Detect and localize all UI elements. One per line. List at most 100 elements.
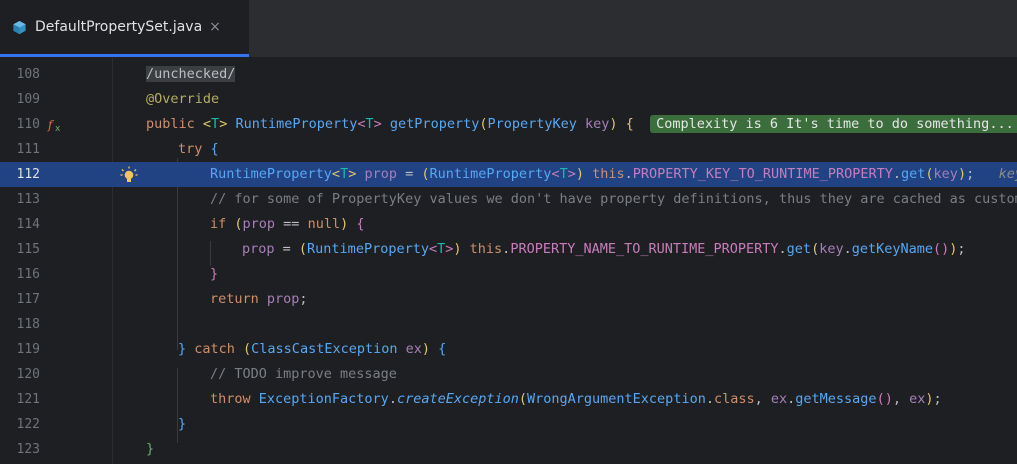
line-number: 112 [16,167,40,182]
operator: == [275,216,308,232]
parameter: key [576,116,610,132]
bracket: { [430,341,447,357]
code-line: 108 /unchecked/ [0,62,1017,87]
code-text[interactable]: } catch (ClassCastException ex) { [178,337,446,362]
annotation: @Override [146,91,220,107]
close-tab-icon[interactable]: × [209,19,221,35]
svg-text:f: f [47,118,55,132]
code-comment[interactable]: // for some of PropertyKey values we don… [210,187,1017,212]
variable: prop [258,291,300,307]
variable: prop [242,241,275,257]
keyword: null [307,216,341,232]
line-number: 118 [16,317,40,332]
field: PROPERTY_NAME_TO_RUNTIME_PROPERTY [510,241,779,257]
code-text[interactable]: return prop; [210,287,308,312]
line-number: 115 [16,242,40,257]
code-line: 122 } [0,412,1017,437]
complexity-badge[interactable]: Complexity is 6 It's time to do somethin… [650,115,1017,133]
bracket: ( [226,216,243,232]
code-text[interactable]: throw ExceptionFactory.createException(W… [210,387,942,412]
bracket: ( [234,341,252,357]
bracket: ) [925,391,934,407]
bracket: ) [575,166,584,182]
code-text[interactable]: } [178,412,186,437]
punctuation: . [778,241,787,257]
code-editor[interactable]: 108 /unchecked/ 109 @Override 110 f x pu… [0,58,1017,464]
tab-defaultpropertyset-java[interactable]: DefaultPropertySet.java × [0,0,249,57]
selected-text: /unchecked/ [146,66,236,82]
code-text[interactable]: try { [178,137,219,162]
bracket: ) [453,241,462,257]
current-code-line: 112 RuntimeProperty<T> prop = (RuntimePr… [0,162,1017,187]
punctuation: . [624,166,633,182]
type-param: T [365,116,374,132]
line-number: 122 [16,417,40,432]
type-name: RuntimeProperty [429,166,552,182]
punctuation: , [892,391,910,407]
code-line: 119 } catch (ClassCastException ex) { [0,337,1017,362]
keyword: return [210,291,259,307]
punctuation: ; [933,391,942,407]
bracket: < [428,241,438,257]
lightbulb-icon[interactable] [120,166,138,184]
code-line: 115 prop = (RuntimeProperty<T>) this.PRO… [0,237,1017,262]
code-comment[interactable]: // TODO improve message [210,362,397,387]
method-call: getKeyName [851,241,934,257]
keyword: throw [210,391,251,407]
variable: prop [242,216,276,232]
punctuation: ; [299,291,308,307]
parameter-hint: key: [998,166,1017,182]
type-name: RuntimeProperty [307,241,429,257]
type-param: T [211,116,220,132]
method-call: get [786,241,812,257]
code-text[interactable]: if (prop == null) { [210,212,364,237]
line-number: 111 [16,142,40,157]
type-name: RuntimeProperty [235,116,358,132]
keyword: public [146,116,203,132]
bracket: ( [925,166,934,182]
code-line: 121 throw ExceptionFactory.createExcepti… [0,387,1017,412]
type-name: ExceptionFactory [250,391,389,407]
code-text[interactable]: } [210,262,218,287]
variable: ex [397,341,422,357]
bracket: < [551,166,560,182]
variable: ex [770,391,788,407]
bracket: ( [421,166,430,182]
bracket: } [178,341,195,357]
bracket: { [202,141,219,157]
code-line: 120 // TODO improve message [0,362,1017,387]
code-text[interactable]: public <T> RuntimeProperty<T> getPropert… [146,112,1017,137]
bracket: < [331,166,341,182]
bracket: > [219,116,236,132]
bracket: () [876,391,893,407]
bracket: ) [957,166,967,182]
keyword: if [210,216,227,232]
punctuation: . [892,166,902,182]
java-class-icon [13,20,26,34]
svg-text:x: x [55,124,61,134]
bracket: > [373,116,382,132]
variable: key [933,166,958,182]
code-line: 114 if (prop == null) { [0,212,1017,237]
code-text[interactable]: } [146,437,154,462]
operator: = [396,166,422,182]
method-override-icon[interactable]: f x [47,116,65,134]
code-line: 116 } [0,262,1017,287]
code-line: 111 try { [0,137,1017,162]
bracket: { [617,116,634,132]
code-text[interactable]: prop = (RuntimeProperty<T>) this.PROPERT… [242,237,966,262]
operator: = [274,241,299,257]
code-line: 117 return prop; [0,287,1017,312]
bracket: ) [340,216,349,232]
bracket: { [348,216,365,232]
code-text[interactable]: RuntimeProperty<T> prop = (RuntimeProper… [210,162,1017,187]
static-method-call: createException [396,391,519,407]
bracket: > [567,166,576,182]
code-text[interactable]: @Override [146,87,219,112]
type-name: WrongArgumentException [527,391,706,407]
bracket: () [933,241,950,257]
code-text[interactable]: /unchecked/ [146,62,236,87]
keyword: this [461,241,503,257]
code-line: 123 } [0,437,1017,462]
type-param: T [340,166,349,182]
